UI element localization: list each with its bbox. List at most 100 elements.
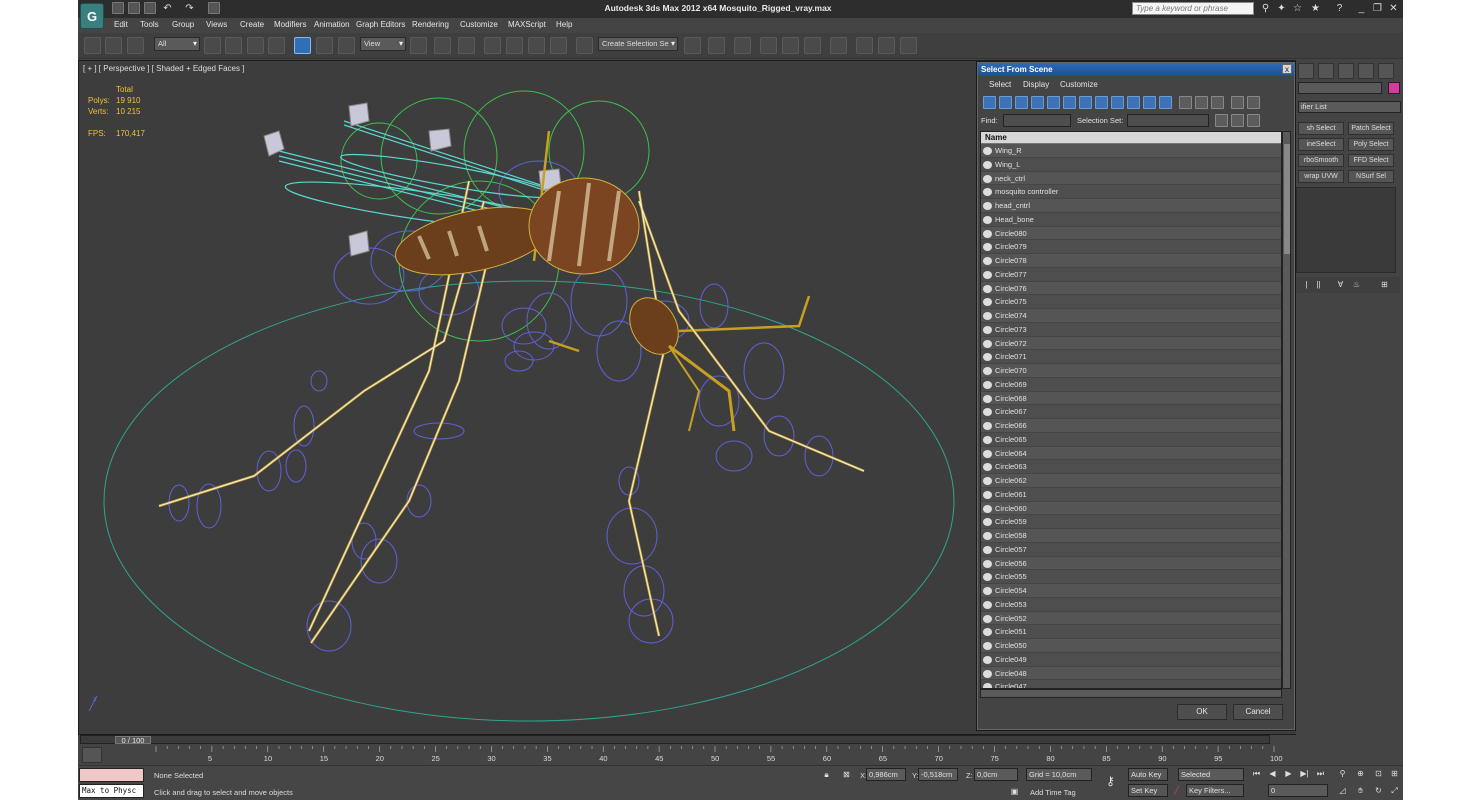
- list-item[interactable]: Wing_R: [981, 144, 1281, 158]
- pan-view-icon[interactable]: ✋︎: [1354, 785, 1367, 797]
- display-cameras-icon[interactable]: [1031, 96, 1044, 109]
- spline-select-button[interactable]: ineSelect: [1298, 138, 1344, 151]
- list-item[interactable]: Circle066: [981, 419, 1281, 433]
- field-of-view-icon[interactable]: ◿: [1336, 785, 1349, 797]
- add-time-tag[interactable]: Add Time Tag: [1030, 788, 1076, 797]
- dialog-menu-customize[interactable]: Customize: [1060, 80, 1098, 89]
- display-frozen-icon[interactable]: [1143, 96, 1156, 109]
- key-filters-button[interactable]: Key Filters...: [1186, 784, 1244, 797]
- list-item[interactable]: Circle067: [981, 405, 1281, 419]
- filter-icon[interactable]: [1231, 96, 1244, 109]
- list-item[interactable]: Circle069: [981, 377, 1281, 392]
- display-all-icon[interactable]: [1179, 96, 1192, 109]
- restore-icon[interactable]: ❐: [1372, 3, 1383, 14]
- list-item[interactable]: Circle061: [981, 487, 1281, 502]
- remove-modifier-icon[interactable]: ♨: [1350, 279, 1363, 291]
- dialog-menu-select[interactable]: Select: [989, 80, 1011, 89]
- manipulate-icon[interactable]: [434, 37, 451, 54]
- help-icon[interactable]: ?: [1334, 3, 1345, 14]
- list-item[interactable]: Circle068: [981, 391, 1281, 406]
- poly-select-button[interactable]: Poly Select: [1348, 138, 1394, 151]
- key-icon[interactable]: ╱: [1170, 785, 1183, 797]
- list-item[interactable]: Circle070: [981, 364, 1281, 378]
- mini-curve-editor-icon[interactable]: [82, 747, 102, 763]
- minimize-icon[interactable]: _: [1356, 3, 1367, 14]
- time-slider[interactable]: 0 / 100: [80, 735, 1270, 744]
- display-containers-icon[interactable]: [1127, 96, 1140, 109]
- snaps-toggle-icon[interactable]: [484, 37, 501, 54]
- selection-lock-icon[interactable]: 🔒︎: [820, 769, 833, 781]
- turbosmooth-button[interactable]: rboSmooth: [1298, 154, 1344, 167]
- menu-help[interactable]: Help: [556, 20, 572, 29]
- key-selection-dropdown[interactable]: Selected: [1178, 768, 1244, 781]
- list-item[interactable]: Circle049: [981, 652, 1281, 667]
- unlink-icon[interactable]: [105, 37, 122, 54]
- dialog-menu-display[interactable]: Display: [1023, 80, 1049, 89]
- absolute-mode-icon[interactable]: ⊠: [840, 769, 853, 781]
- create-tab[interactable]: [1298, 63, 1314, 79]
- zoom-extents-all-icon[interactable]: ⊞: [1388, 768, 1401, 780]
- motion-tab[interactable]: [1358, 63, 1374, 79]
- save-file-icon[interactable]: [144, 2, 156, 14]
- list-item[interactable]: Circle064: [981, 446, 1281, 461]
- menu-rendering[interactable]: Rendering: [412, 20, 449, 29]
- schematic-view-icon[interactable]: [804, 37, 821, 54]
- unwrap-uvw-button[interactable]: wrap UVW: [1298, 170, 1344, 183]
- project-folder-icon[interactable]: [208, 2, 220, 14]
- list-vertical-scrollbar[interactable]: [1282, 131, 1291, 689]
- select-and-rotate-icon[interactable]: [316, 37, 333, 54]
- display-space-warps-icon[interactable]: [1063, 96, 1076, 109]
- zoom-extents-icon[interactable]: ⊡: [1372, 768, 1385, 780]
- close-icon[interactable]: ✕: [1388, 3, 1399, 14]
- list-item[interactable]: Circle076: [981, 281, 1281, 296]
- menu-edit[interactable]: Edit: [114, 20, 128, 29]
- material-editor-icon[interactable]: [830, 37, 847, 54]
- display-groups-icon[interactable]: [1079, 96, 1092, 109]
- rectangle-region-icon[interactable]: [247, 37, 264, 54]
- display-hidden-icon[interactable]: [1159, 96, 1172, 109]
- previous-frame-icon[interactable]: ◀: [1266, 768, 1279, 780]
- list-item[interactable]: Circle048: [981, 666, 1281, 681]
- percent-snap-icon[interactable]: [528, 37, 545, 54]
- list-item[interactable]: Circle071: [981, 350, 1281, 364]
- pivot-center-icon[interactable]: [410, 37, 427, 54]
- menu-graph-editors[interactable]: Graph Editors: [356, 20, 405, 29]
- bind-space-warp-icon[interactable]: [127, 37, 144, 54]
- time-tag-icon[interactable]: ▣: [1008, 786, 1021, 798]
- time-slider-thumb[interactable]: 0 / 100: [115, 736, 151, 744]
- sort-icon[interactable]: [1247, 96, 1260, 109]
- scene-object-list[interactable]: Name Wing_R Wing_L neck_ctrl mosquito contr…: [980, 131, 1282, 689]
- modifier-stack[interactable]: [1296, 187, 1396, 273]
- help-search-input[interactable]: Type a keyword or phrase: [1132, 2, 1254, 15]
- list-column-name[interactable]: Name: [981, 132, 1281, 144]
- selection-set-remove-icon[interactable]: [1231, 114, 1244, 127]
- list-item[interactable]: Circle052: [981, 611, 1281, 626]
- list-item[interactable]: Circle075: [981, 295, 1281, 309]
- edit-named-selection-icon[interactable]: [576, 37, 593, 54]
- list-item[interactable]: Circle053: [981, 597, 1281, 612]
- set-key-mode-icon[interactable]: ⚷: [1104, 775, 1117, 787]
- list-item[interactable]: Circle063: [981, 460, 1281, 474]
- object-name-field[interactable]: [1298, 82, 1382, 94]
- list-item[interactable]: Circle050: [981, 639, 1281, 653]
- auto-key-button[interactable]: Auto Key: [1128, 768, 1168, 781]
- menu-views[interactable]: Views: [206, 20, 227, 29]
- menu-tools[interactable]: Tools: [140, 20, 159, 29]
- x-coordinate-field[interactable]: 0,986cm: [866, 768, 906, 781]
- list-item[interactable]: Circle058: [981, 529, 1281, 543]
- rendered-frame-window-icon[interactable]: [878, 37, 895, 54]
- list-item[interactable]: Circle056: [981, 556, 1281, 571]
- select-and-scale-icon[interactable]: [338, 37, 355, 54]
- cancel-button[interactable]: Cancel: [1233, 704, 1283, 720]
- communication-icon[interactable]: ☆: [1292, 3, 1303, 14]
- nsurf-sel-button[interactable]: NSurf Sel: [1348, 170, 1394, 183]
- maximize-viewport-icon[interactable]: ⤢: [1388, 785, 1401, 797]
- select-object-icon[interactable]: [204, 37, 221, 54]
- mesh-select-button[interactable]: sh Select: [1298, 122, 1344, 135]
- list-item[interactable]: Circle055: [981, 570, 1281, 584]
- list-item[interactable]: Circle079: [981, 240, 1281, 254]
- menu-modifiers[interactable]: Modifiers: [274, 20, 306, 29]
- play-icon[interactable]: ▶: [1282, 768, 1295, 780]
- show-end-result-icon[interactable]: ||: [1312, 279, 1325, 291]
- object-color-swatch[interactable]: [1388, 82, 1400, 94]
